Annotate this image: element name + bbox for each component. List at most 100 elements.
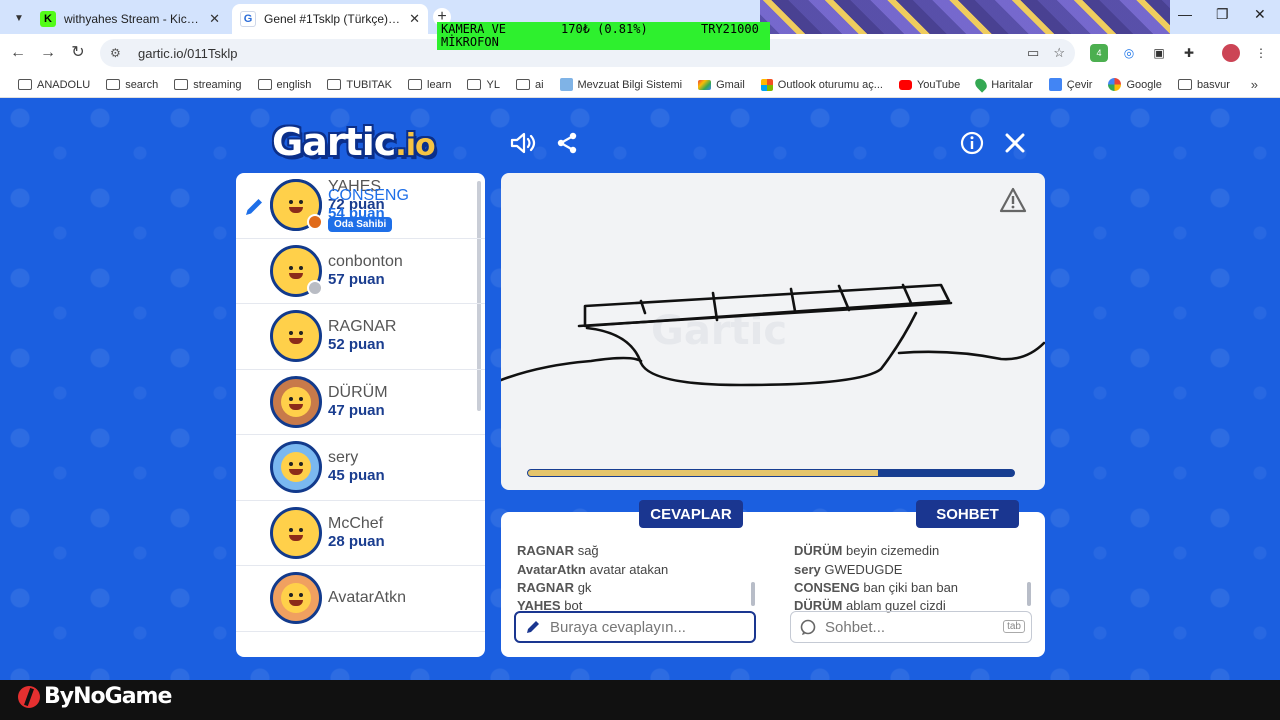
translate-icon: [1048, 78, 1062, 91]
player-info: McChef 28 puan: [328, 515, 385, 551]
player-row[interactable]: CONSENG 54 puan: [236, 173, 409, 239]
bookmark-item[interactable]: YouTube: [891, 79, 968, 91]
player-row[interactable]: McChef 28 puan: [236, 501, 485, 566]
bynogame-logo: ByNoGame: [18, 684, 172, 709]
bookmark-item[interactable]: TUBITAK: [319, 79, 400, 91]
avatar-face: [281, 452, 311, 483]
info-icon[interactable]: [957, 128, 987, 158]
tab-key-hint: tab: [1003, 620, 1025, 633]
gmail-icon: [698, 79, 712, 90]
avatar: [270, 310, 322, 363]
menu-kebab-icon[interactable]: ⋮: [1252, 44, 1270, 62]
player-score: 57 puan: [328, 270, 385, 288]
gartic-logo: Gartic.io: [272, 120, 436, 164]
messages-panel: RAGNAR sağ AvatarAtkn avatar atakan RAGNAR…: [501, 512, 1045, 657]
youtube-icon: [898, 79, 912, 90]
bookmark-item[interactable]: english: [250, 79, 320, 91]
bookmark-item[interactable]: learn: [400, 79, 459, 91]
profile-avatar[interactable]: [1222, 44, 1240, 62]
player-info: AvatarAtkn: [328, 589, 406, 607]
bookmark-item[interactable]: search: [98, 79, 166, 91]
bookmark-star-icon[interactable]: ☆: [1053, 45, 1065, 61]
browser-tab-kick[interactable]: K withyahes Stream - Kick Dashb ✕: [32, 4, 228, 34]
pencil-icon: [527, 621, 539, 633]
player-drawing: [501, 283, 1045, 387]
status-badge: [307, 214, 323, 231]
folder-icon: [467, 79, 482, 90]
more-bookmarks-icon[interactable]: »: [1251, 77, 1258, 92]
minimize-icon[interactable]: —: [1178, 6, 1192, 22]
puzzle-icon[interactable]: ✚: [1180, 44, 1198, 62]
chat-scrollbar[interactable]: [1027, 582, 1031, 606]
cast-icon[interactable]: ▭: [1027, 45, 1039, 61]
player-row[interactable]: AvatarAtkn: [236, 566, 485, 632]
avatar: [270, 179, 323, 232]
ticker-goal: TRY21000: [701, 22, 759, 36]
folder-icon: [327, 79, 342, 90]
sound-icon[interactable]: [508, 128, 538, 158]
player-row[interactable]: RAGNAR 52 puan: [236, 304, 485, 370]
lens-extension-icon[interactable]: ◎: [1120, 44, 1138, 62]
answers-list: RAGNAR sağ AvatarAtkn avatar atakan RAGNAR…: [517, 524, 757, 615]
player-name: DÜRÜM: [328, 383, 388, 401]
message-line: AvatarAtkn avatar atakan: [517, 561, 757, 579]
avatar: [270, 375, 322, 428]
player-row[interactable]: conbonton 57 puan: [236, 239, 485, 304]
url-text: gartic.io/011Tsklp: [138, 45, 238, 61]
bookmark-item[interactable]: Mevzuat Bilgi Sistemi: [552, 78, 691, 91]
bookmark-item[interactable]: Çevir: [1041, 78, 1101, 91]
folder-icon: [515, 79, 530, 90]
bynogame-mark-icon: [18, 685, 40, 708]
chat-input[interactable]: [825, 618, 975, 636]
extension-badge-icon[interactable]: 4: [1090, 44, 1108, 62]
answer-input-box[interactable]: [514, 611, 756, 643]
tab-search-button[interactable]: ▼: [8, 7, 30, 29]
close-icon[interactable]: [1000, 128, 1030, 158]
player-row[interactable]: sery 45 puan: [236, 435, 485, 501]
answer-input[interactable]: [550, 618, 700, 636]
bookmark-item[interactable]: streaming: [166, 79, 249, 91]
drawing-pencil-icon: [246, 199, 262, 215]
round-timer-fill: [528, 470, 878, 476]
player-name: conbonton: [328, 252, 403, 270]
close-tab-icon[interactable]: ✕: [409, 11, 420, 27]
bookmark-item[interactable]: Outlook oturumu aç...: [753, 78, 891, 91]
avatar-face: [281, 255, 311, 286]
folder-icon: [18, 79, 32, 90]
share-icon[interactable]: [552, 128, 582, 158]
bookmark-item[interactable]: Gmail: [690, 79, 753, 91]
extension-icon[interactable]: ▣: [1150, 44, 1168, 62]
stream-overlay-ticker: KAMERA VE 170₺ (0.81%) TRY21000 MİKROFON: [437, 22, 770, 50]
chat-bubble-icon: [800, 619, 816, 635]
player-name: McChef: [328, 514, 384, 532]
avatar: [270, 244, 323, 297]
player-info: conbonton 57 puan: [328, 253, 403, 289]
player-row[interactable]: DÜRÜM 47 puan: [236, 370, 485, 435]
drawing-canvas[interactable]: Gartic: [501, 173, 1045, 490]
bookmark-item[interactable]: ai: [508, 79, 552, 91]
close-window-icon[interactable]: ✕: [1254, 6, 1266, 23]
answers-scrollbar[interactable]: [751, 582, 755, 606]
forward-icon[interactable]: →: [38, 43, 58, 63]
site-info-icon[interactable]: ⚙: [110, 46, 126, 60]
back-icon[interactable]: ←: [8, 43, 28, 63]
round-timer-bar: [527, 469, 1015, 477]
bookmark-item[interactable]: ANADOLU: [10, 79, 98, 91]
message-text: sağ: [577, 543, 599, 559]
bookmark-item[interactable]: basvur: [1170, 79, 1238, 91]
bookmark-item[interactable]: YL: [459, 79, 507, 91]
chat-input-box[interactable]: tab: [790, 611, 1032, 643]
bookmark-item[interactable]: Google: [1100, 78, 1169, 91]
google-icon: [1108, 78, 1122, 91]
folder-icon: [408, 79, 423, 90]
reload-icon[interactable]: ↻: [68, 43, 88, 63]
close-tab-icon[interactable]: ✕: [209, 11, 220, 27]
browser-tab-gartic[interactable]: G Genel #1Tsklp (Türkçe) - Gartic. ✕: [232, 4, 428, 34]
maximize-icon[interactable]: ❐: [1216, 6, 1229, 23]
avatar: [270, 441, 322, 494]
folder-icon: [106, 79, 121, 90]
avatar: [270, 506, 322, 559]
player-score: 54 puan: [328, 205, 385, 223]
player-score: 45 puan: [328, 467, 385, 485]
bookmark-item[interactable]: Haritalar: [968, 76, 1041, 93]
